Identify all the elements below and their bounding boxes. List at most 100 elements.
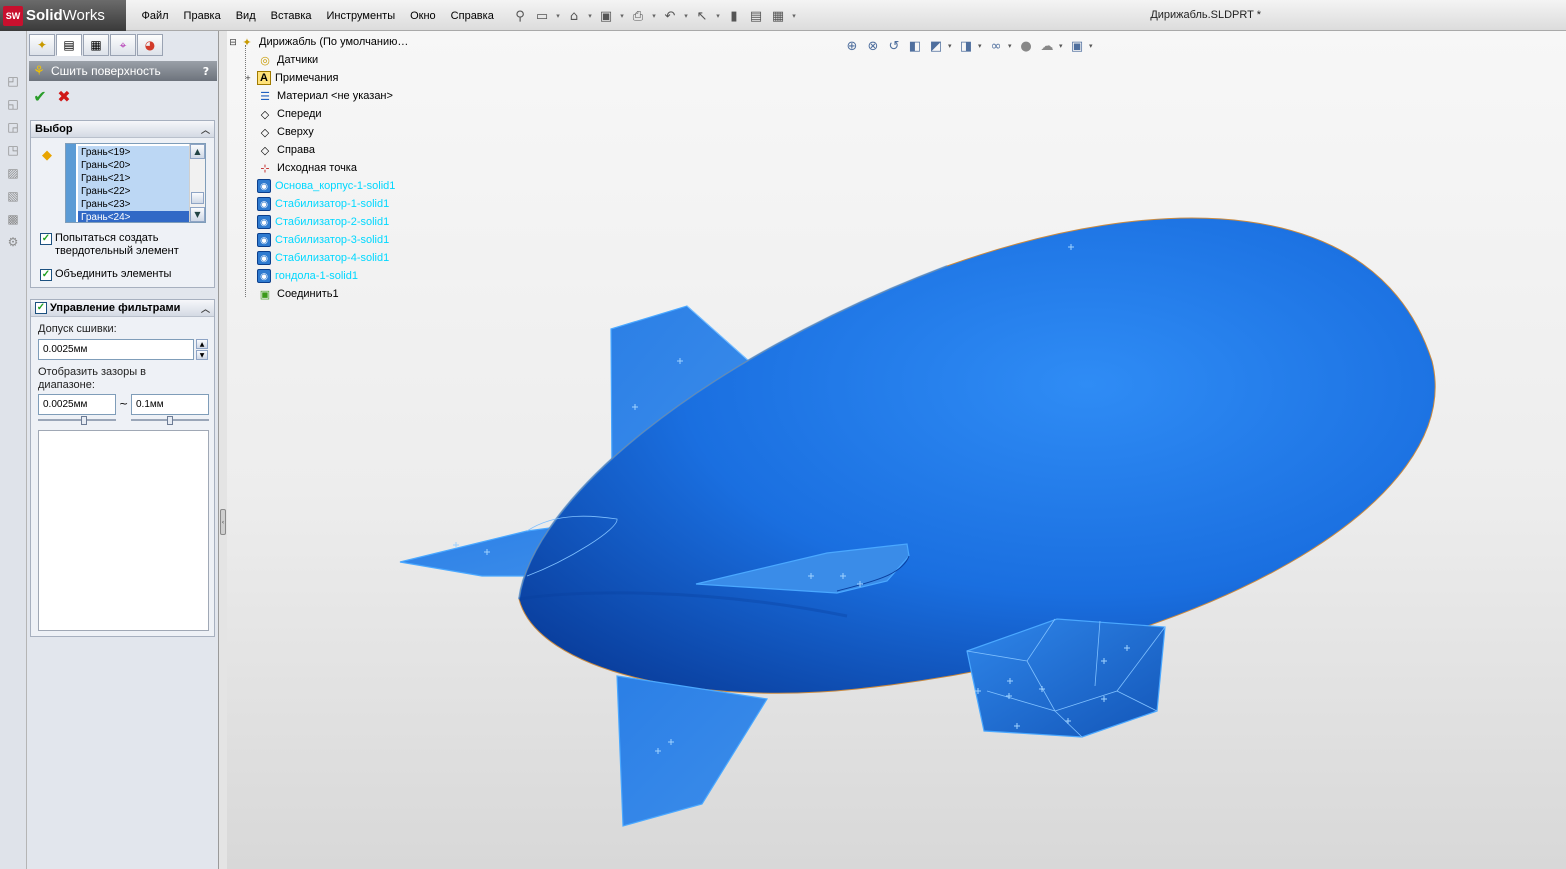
tree-item-body-stabilizer-1[interactable]: ◉ Стабилизатор-1-solid1 <box>227 195 447 213</box>
options-dropdown-icon[interactable]: ▾ <box>790 6 798 26</box>
display-style-icon[interactable]: ◨ <box>957 37 975 55</box>
file-properties-icon[interactable]: ▤ <box>746 6 766 26</box>
loft-surface-icon[interactable]: ▨ <box>4 164 22 182</box>
collapse-chevron-icon[interactable]: ︿ <box>201 302 210 315</box>
menu-window[interactable]: Окно <box>403 10 444 22</box>
undo-dropdown-icon[interactable]: ▾ <box>682 6 690 26</box>
tree-item-right-plane[interactable]: ◇ Справа <box>227 141 447 159</box>
tolerance-input[interactable]: 0.0025мм <box>38 339 194 360</box>
face-list-scrollbar[interactable]: ▲ ▼ <box>189 144 205 222</box>
tab-configuration-manager[interactable]: ▦ <box>83 34 109 56</box>
revolve-surface-icon[interactable]: ◲ <box>4 118 22 136</box>
scroll-down-icon[interactable]: ▼ <box>190 207 205 222</box>
sweep-surface-icon[interactable]: ◳ <box>4 141 22 159</box>
tree-item-body-stabilizer-4[interactable]: ◉ Стабилизатор-4-solid1 <box>227 249 447 267</box>
open-folder-icon[interactable]: ⌂ <box>564 6 584 26</box>
menu-edit[interactable]: Правка <box>176 10 228 22</box>
list-item[interactable]: Грань<19> <box>78 146 190 159</box>
list-item[interactable]: Грань<23> <box>78 198 190 211</box>
filter-group-header[interactable]: ✓ Управление фильтрами ︿ <box>31 300 214 317</box>
cancel-button[interactable]: ✖ <box>55 87 73 106</box>
hide-show-dropdown-icon[interactable]: ▾ <box>1008 37 1014 55</box>
menu-insert[interactable]: Вставка <box>263 10 319 22</box>
tolerance-spinner[interactable]: ▲ ▼ <box>196 339 208 360</box>
settings-dropdown-icon[interactable]: ▾ <box>1089 37 1095 55</box>
list-item[interactable]: Грань<20> <box>78 159 190 172</box>
spin-down-icon[interactable]: ▼ <box>196 350 208 360</box>
slider-thumb[interactable] <box>81 416 87 425</box>
tree-item-top-plane[interactable]: ◇ Сверху <box>227 123 447 141</box>
tree-item-body-stabilizer-2[interactable]: ◉ Стабилизатор-2-solid1 <box>227 213 447 231</box>
hide-show-items-icon[interactable]: ∞ <box>987 37 1005 55</box>
save-dropdown-icon[interactable]: ▾ <box>618 6 626 26</box>
menu-help[interactable]: Справка <box>443 10 501 22</box>
face-selection-list[interactable]: Грань<19> Грань<20> Грань<21> Грань<22> … <box>65 143 206 223</box>
list-item-selected[interactable]: Грань<24> <box>78 211 190 222</box>
knit-surface-icon[interactable]: ⚙ <box>4 233 22 251</box>
tab-display-manager[interactable]: ◕ <box>137 34 163 56</box>
menu-view[interactable]: Вид <box>228 10 263 22</box>
orientation-dropdown-icon[interactable]: ▾ <box>948 37 954 55</box>
options-icon[interactable]: ▦ <box>768 6 788 26</box>
tree-item-annotations[interactable]: + A Примечания <box>227 69 447 87</box>
solidworks-logo[interactable]: SW SolidWorks <box>0 0 126 31</box>
rebuild-icon[interactable]: ▮ <box>724 6 744 26</box>
tab-property-manager[interactable]: ▤ <box>56 34 82 56</box>
gap-max-slider[interactable] <box>131 416 209 425</box>
slider-thumb[interactable] <box>167 416 173 425</box>
gap-results-list[interactable] <box>38 430 209 631</box>
collapse-panel-handle[interactable]: ‹ <box>220 509 226 535</box>
list-item[interactable]: Грань<22> <box>78 185 190 198</box>
collapse-chevron-icon[interactable]: ︿ <box>201 123 210 136</box>
select-arrow-icon[interactable]: ↖ <box>692 6 712 26</box>
try-solid-checkbox-row[interactable]: ✓ Попытаться создать твердотельный элеме… <box>40 232 195 258</box>
zoom-to-fit-icon[interactable]: ⊕ <box>843 37 861 55</box>
tree-item-material[interactable]: ☰ Материал <не указан> <box>227 87 447 105</box>
tree-item-body-stabilizer-3[interactable]: ◉ Стабилизатор-3-solid1 <box>227 231 447 249</box>
tree-item-origin[interactable]: ⊹ Исходная точка <box>227 159 447 177</box>
scene-dropdown-icon[interactable]: ▾ <box>1059 37 1065 55</box>
pin-icon[interactable]: ⚲ <box>510 6 530 26</box>
view-orientation-icon[interactable]: ◩ <box>927 37 945 55</box>
menu-file[interactable]: Файл <box>134 10 176 22</box>
extrude-surface-icon[interactable]: ◱ <box>4 95 22 113</box>
section-view-icon[interactable]: ◧ <box>906 37 924 55</box>
new-document-icon[interactable]: ▭ <box>532 6 552 26</box>
help-button[interactable]: ? <box>198 63 214 79</box>
print-icon[interactable]: ⎙ <box>628 6 648 26</box>
open-dropdown-icon[interactable]: ▾ <box>586 6 594 26</box>
expand-icon[interactable]: + <box>244 74 252 83</box>
tab-dimxpert-manager[interactable]: ⌖ <box>110 34 136 56</box>
print-dropdown-icon[interactable]: ▾ <box>650 6 658 26</box>
tree-item-sensors[interactable]: ◎ Датчики <box>227 51 447 69</box>
list-item[interactable]: Грань<21> <box>78 172 190 185</box>
tree-item-body-gondola[interactable]: ◉ гондола-1-solid1 <box>227 267 447 285</box>
try-solid-checkbox[interactable]: ✓ <box>40 233 52 245</box>
graphics-area[interactable]: ⊕ ⊗ ↺ ◧ ◩ ▾ ◨ ▾ ∞ ▾ ● ☁ ▾ ▣ ▾ ⊟ ✦ Дирижа… <box>227 31 1566 869</box>
gap-max-input[interactable]: 0.1мм <box>131 394 209 415</box>
gap-min-slider[interactable] <box>38 416 116 425</box>
tree-item-front-plane[interactable]: ◇ Спереди <box>227 105 447 123</box>
spin-up-icon[interactable]: ▲ <box>196 339 208 349</box>
menu-tools[interactable]: Инструменты <box>319 10 403 22</box>
collapse-icon[interactable]: ⊟ <box>229 38 237 47</box>
tree-root[interactable]: ⊟ ✦ Дирижабль (По умолчанию… <box>227 33 447 51</box>
previous-view-icon[interactable]: ↺ <box>885 37 903 55</box>
undo-icon[interactable]: ↶ <box>660 6 680 26</box>
ok-button[interactable]: ✔ <box>31 87 49 106</box>
panel-splitter[interactable]: ‹ <box>219 31 227 869</box>
tree-item-knit[interactable]: ▣ Соединить1 <box>227 285 447 303</box>
tab-feature-manager[interactable]: ✦ <box>29 34 55 56</box>
surface-icon[interactable]: ◰ <box>4 72 22 90</box>
merge-checkbox[interactable]: ✓ <box>40 269 52 281</box>
scene-icon[interactable]: ☁ <box>1038 37 1056 55</box>
filter-enable-checkbox[interactable]: ✓ <box>35 302 47 314</box>
boundary-surface-icon[interactable]: ▧ <box>4 187 22 205</box>
display-dropdown-icon[interactable]: ▾ <box>978 37 984 55</box>
scroll-thumb[interactable] <box>191 192 204 204</box>
tree-item-body-hull[interactable]: ◉ Основа_корпус-1-solid1 <box>227 177 447 195</box>
zoom-to-area-icon[interactable]: ⊗ <box>864 37 882 55</box>
scroll-up-icon[interactable]: ▲ <box>190 144 205 159</box>
merge-checkbox-row[interactable]: ✓ Объединить элементы <box>40 268 171 281</box>
selection-group-header[interactable]: Выбор ︿ <box>31 121 214 138</box>
